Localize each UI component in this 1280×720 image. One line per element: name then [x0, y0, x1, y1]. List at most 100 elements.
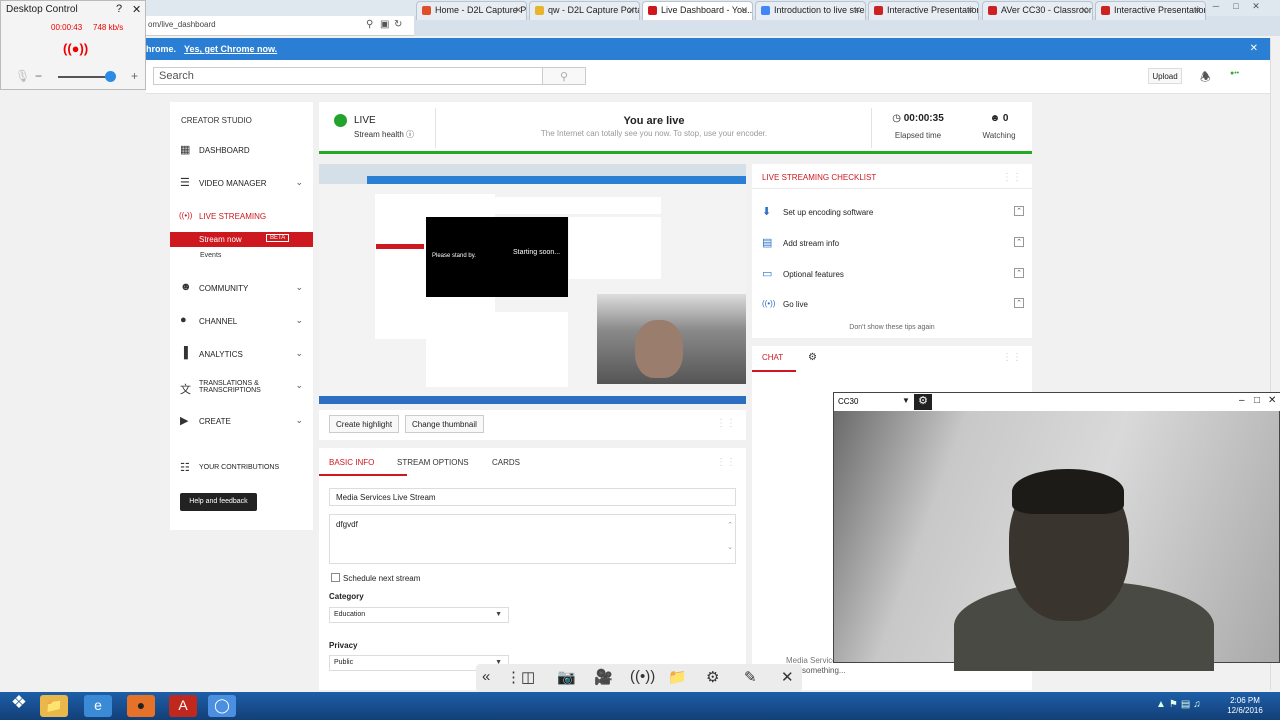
browser-tab[interactable]: AVer CC30 - Classroom ...✕ — [982, 1, 1093, 20]
maximize-icon[interactable]: □ — [1226, 1, 1246, 11]
minimize-icon[interactable]: ─ — [1206, 1, 1226, 11]
description-field[interactable]: dfgvdf ⌃ ⌄ — [329, 514, 736, 564]
drag-handle-icon[interactable]: ⋮⋮ — [716, 418, 736, 429]
chevron-down-icon[interactable]: ⌄ — [295, 177, 303, 188]
browser-tab[interactable]: qw - D2L Capture Portal ✕ — [529, 1, 640, 20]
camera-icon[interactable]: 📷 — [557, 668, 576, 686]
browser-tab[interactable]: Interactive Presentation S...✕ — [868, 1, 979, 20]
help-icon[interactable]: ⓘ — [406, 130, 414, 139]
checklist-item[interactable]: ((•)) Go live ⌃ — [762, 296, 1024, 316]
broadcast-icon[interactable]: ((•)) — [630, 668, 655, 685]
close-icon[interactable]: ✕ — [132, 3, 141, 16]
browser-tab[interactable]: Live Dashboard - You... ✕ — [642, 1, 753, 20]
close-icon[interactable]: ✕ — [514, 5, 522, 16]
tab-stream-options[interactable]: STREAM OPTIONS — [397, 458, 469, 467]
schedule-checkbox[interactable]: Schedule next stream — [331, 573, 420, 583]
internet-explorer-icon[interactable]: e — [84, 695, 112, 717]
get-chrome-link[interactable]: Yes, get Chrome now. — [184, 44, 277, 54]
volume-slider-track[interactable] — [58, 76, 112, 78]
microphone-icon[interactable]: 🎙 — [15, 69, 30, 83]
sidebar-item-analytics[interactable]: ▐ ANALYTICS ⌄ — [170, 344, 313, 364]
drag-handle-icon[interactable]: ⋮⋮ — [1002, 352, 1022, 363]
drag-handle-icon[interactable]: ⋮ — [506, 668, 521, 686]
sidebar-item-community[interactable]: ☻ COMMUNITY ⌄ — [170, 278, 313, 298]
close-icon[interactable]: ✕ — [1246, 1, 1266, 12]
expand-icon[interactable]: ⌃ — [1014, 206, 1024, 216]
tab-cards[interactable]: CARDS — [492, 458, 520, 467]
sidebar-item-translations[interactable]: 文 TRANSLATIONS & TRANSCRIPTIONS ⌄ — [170, 376, 313, 402]
sidebar-item-contributions[interactable]: ☷ YOUR CONTRIBUTIONS — [170, 458, 313, 478]
maximize-icon[interactable]: □ — [1254, 395, 1260, 406]
dont-show-link[interactable]: Don't show these tips again — [752, 324, 1032, 331]
sidebar-item-events[interactable]: Events — [200, 252, 221, 259]
sidebar-item-live-streaming[interactable]: ((•)) LIVE STREAMING — [170, 206, 313, 226]
url-text[interactable]: om/live_dashboard — [148, 20, 216, 29]
reload-icon[interactable]: ↻ — [394, 19, 402, 30]
browser-tab[interactable]: Home - D2L Capture Por...✕ — [416, 1, 527, 20]
volume-up-icon[interactable]: + — [131, 69, 138, 83]
upload-button[interactable]: Upload — [1148, 68, 1182, 84]
sidebar-item-dashboard[interactable]: ▦ DASHBOARD — [170, 140, 313, 160]
drag-handle-icon[interactable]: ⋮⋮ — [1002, 172, 1022, 183]
address-bar[interactable]: om/live_dashboard ⚲ ▣ ↻ — [146, 16, 414, 36]
expand-icon[interactable]: ⌃ — [1014, 298, 1024, 308]
close-icon[interactable]: ✕ — [853, 5, 861, 16]
close-icon[interactable]: ✕ — [781, 668, 794, 686]
clock[interactable]: 2:06 PM 12/6/2016 — [1220, 696, 1270, 716]
title-field[interactable]: Media Services Live Stream — [329, 488, 736, 506]
drag-handle-icon[interactable]: ⋮⋮ — [716, 457, 736, 468]
stream-preview[interactable]: Please stand by. Starting soon... — [319, 164, 746, 404]
browser-tab[interactable]: Interactive Presentation S...✕ — [1095, 1, 1206, 20]
close-icon[interactable]: ✕ — [627, 5, 635, 16]
checklist-item[interactable]: ▭ Optional features ⌃ — [762, 266, 1024, 286]
help-feedback-button[interactable]: Help and feedback — [180, 493, 257, 511]
search-icon[interactable]: ⚲ — [366, 19, 373, 30]
close-icon[interactable]: ✕ — [1080, 5, 1088, 16]
search-button[interactable]: ⚲ — [542, 67, 586, 85]
close-icon[interactable]: ✕ — [740, 5, 748, 16]
sidebar-item-channel[interactable]: ● CHANNEL ⌄ — [170, 311, 313, 331]
browser-tab[interactable]: Introduction to live strea...✕ — [755, 1, 866, 20]
tab-chat[interactable]: CHAT — [762, 353, 783, 362]
sidebar-item-stream-now[interactable]: Stream now BETA — [170, 232, 313, 247]
change-thumbnail-button[interactable]: Change thumbnail — [405, 415, 484, 433]
pen-icon[interactable]: ✎ — [744, 668, 757, 686]
sidebar-item-video-manager[interactable]: ☰ VIDEO MANAGER ⌄ — [170, 173, 313, 193]
sidebar-item-create[interactable]: ▶ CREATE ⌄ — [170, 411, 313, 431]
file-explorer-icon[interactable]: 📁 — [40, 695, 68, 717]
tab-basic-info[interactable]: BASIC INFO — [329, 458, 374, 467]
scroll-up-icon[interactable]: ⌃ — [727, 521, 733, 529]
firefox-icon[interactable]: ● — [127, 695, 155, 717]
gear-icon[interactable]: ⚙ — [706, 668, 719, 686]
chevron-down-icon[interactable]: ⌄ — [295, 315, 303, 326]
chevron-down-icon[interactable]: ⌄ — [295, 348, 303, 359]
webcam-window[interactable]: CC30 ▼ ⚙ – □ ✕ — [833, 392, 1280, 671]
video-camera-icon[interactable]: 🎥 — [594, 668, 613, 686]
avatar[interactable]: ●•• — [1230, 70, 1239, 77]
gear-icon[interactable]: ⚙ — [808, 352, 817, 363]
expand-icon[interactable]: ⌃ — [1014, 237, 1024, 247]
folder-icon[interactable]: 📁 — [668, 668, 687, 686]
close-icon[interactable]: ✕ — [1268, 395, 1276, 406]
capture-app-icon[interactable]: ◯ — [208, 695, 236, 717]
bell-icon[interactable]: 🕭 — [1200, 68, 1211, 89]
volume-slider-handle[interactable] — [105, 71, 116, 82]
acrobat-icon[interactable]: A — [169, 695, 197, 717]
dropdown-icon[interactable]: ▼ — [902, 396, 910, 405]
create-highlight-button[interactable]: Create highlight — [329, 415, 400, 433]
collapse-icon[interactable]: « — [482, 668, 490, 685]
layout-icon[interactable]: ◫ — [521, 668, 535, 686]
chevron-down-icon[interactable]: ⌄ — [295, 282, 303, 293]
webcam-titlebar[interactable]: CC30 ▼ ⚙ – □ ✕ — [834, 393, 1280, 411]
help-icon[interactable]: ? — [116, 3, 122, 15]
category-select[interactable]: Education ▼ — [329, 607, 509, 623]
checklist-item[interactable]: ⬇ Set up encoding software ⌃ — [762, 204, 1024, 224]
expand-icon[interactable]: ⌃ — [1014, 268, 1024, 278]
close-icon[interactable]: ✕ — [1193, 5, 1201, 16]
chevron-down-icon[interactable]: ⌄ — [295, 380, 303, 391]
minimize-icon[interactable]: – — [1239, 395, 1245, 406]
system-tray[interactable]: ▲⚑▤♫ — [1156, 699, 1204, 710]
gear-icon[interactable]: ⚙ — [914, 394, 932, 410]
broadcast-icon[interactable]: ((●)) — [63, 41, 88, 56]
volume-down-icon[interactable]: − — [35, 69, 42, 83]
